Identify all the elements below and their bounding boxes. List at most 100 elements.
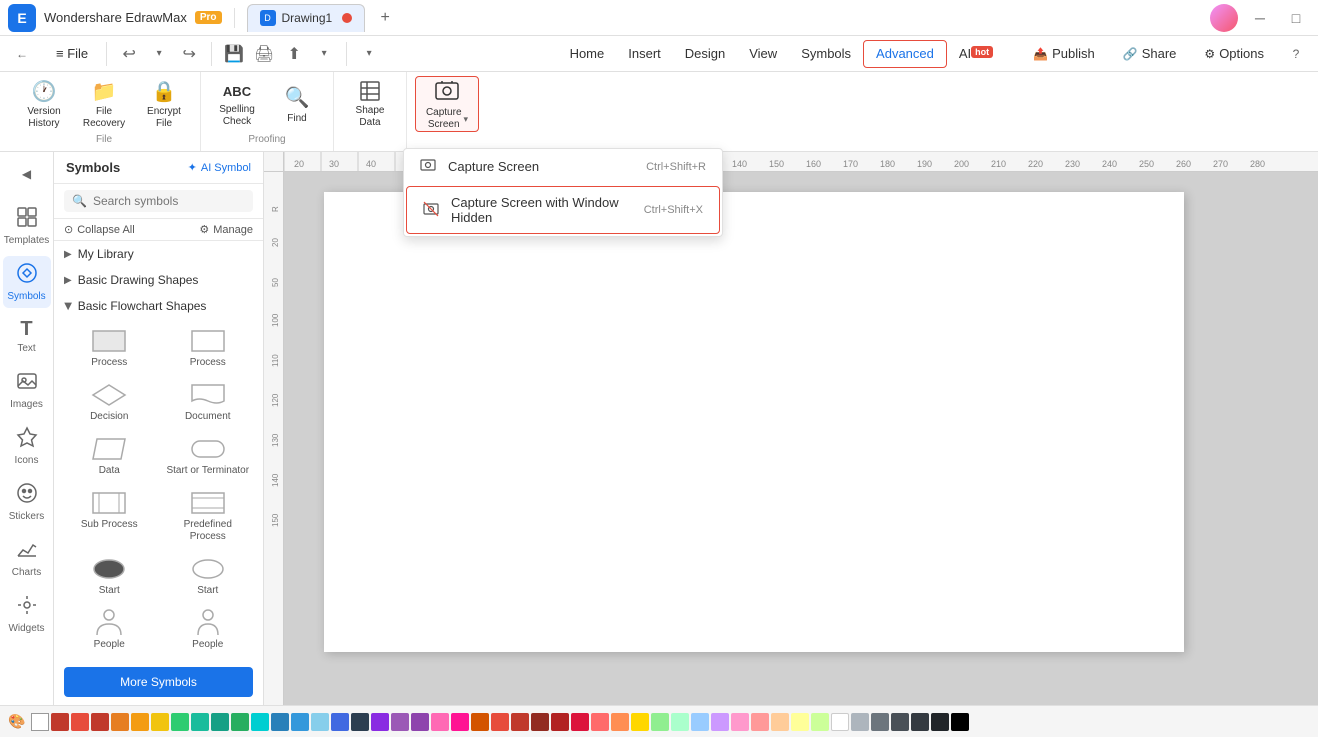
- color-swatch-36[interactable]: [751, 713, 769, 731]
- symbol-predefined[interactable]: Predefined Process: [161, 485, 256, 547]
- canvas-page[interactable]: [324, 192, 1184, 652]
- menu-design[interactable]: Design: [673, 40, 737, 68]
- symbol-people1[interactable]: People: [62, 605, 157, 655]
- manage-btn[interactable]: ⚙ Manage: [199, 223, 253, 236]
- color-swatch-black[interactable]: [951, 713, 969, 731]
- new-tab-btn[interactable]: +: [373, 6, 397, 30]
- symbol-process1[interactable]: Process: [62, 323, 157, 373]
- color-swatch-gray2[interactable]: [871, 713, 889, 731]
- version-history-btn[interactable]: 🕐 VersionHistory: [16, 76, 72, 132]
- collapse-all-btn[interactable]: ⊙ Collapse All: [64, 223, 135, 236]
- symbol-process2[interactable]: Process: [161, 323, 256, 373]
- color-swatch-32[interactable]: [671, 713, 689, 731]
- symbol-sub-process[interactable]: Sub Process: [62, 485, 157, 547]
- menu-advanced[interactable]: Advanced: [863, 40, 947, 68]
- symbol-people2[interactable]: People: [161, 605, 256, 655]
- menu-ai[interactable]: AI hot: [947, 40, 1005, 68]
- color-swatch-24[interactable]: [511, 713, 529, 731]
- color-swatch-5[interactable]: [131, 713, 149, 731]
- more-btn[interactable]: ▾: [355, 40, 383, 68]
- encrypt-file-btn[interactable]: 🔒 EncryptFile: [136, 76, 192, 132]
- sidebar-stickers-btn[interactable]: Stickers: [3, 476, 51, 528]
- color-swatch-7[interactable]: [171, 713, 189, 731]
- help-btn[interactable]: ?: [1282, 40, 1310, 68]
- tab-close-btn[interactable]: [342, 13, 352, 23]
- sidebar-symbols-btn[interactable]: Symbols: [3, 256, 51, 308]
- color-swatch-39[interactable]: [811, 713, 829, 731]
- undo-dropdown-btn[interactable]: ▾: [145, 40, 173, 68]
- color-picker-icon[interactable]: 🎨: [8, 713, 25, 730]
- redo-btn[interactable]: ↪: [175, 40, 203, 68]
- color-swatch-14[interactable]: [311, 713, 329, 731]
- color-swatch-12[interactable]: [271, 713, 289, 731]
- shape-data-btn[interactable]: ShapeData: [342, 76, 398, 132]
- export-btn[interactable]: ⬆: [280, 40, 308, 68]
- color-swatch-27[interactable]: [571, 713, 589, 731]
- color-swatch-30[interactable]: [631, 713, 649, 731]
- color-swatch-31[interactable]: [651, 713, 669, 731]
- spelling-check-btn[interactable]: ABC SpellingCheck: [209, 76, 265, 132]
- file-menu[interactable]: ≡ File: [46, 42, 98, 65]
- share-btn[interactable]: 🔗 Share: [1113, 42, 1187, 65]
- search-symbols-input[interactable]: [93, 194, 245, 208]
- no-fill-swatch[interactable]: [31, 713, 49, 731]
- color-swatch-11[interactable]: [251, 713, 269, 731]
- color-swatch-white[interactable]: [831, 713, 849, 731]
- sidebar-images-btn[interactable]: Images: [3, 364, 51, 416]
- color-swatch-29[interactable]: [611, 713, 629, 731]
- file-recovery-btn[interactable]: 📁 FileRecovery: [76, 76, 132, 132]
- canvas-content[interactable]: [284, 172, 1318, 705]
- color-swatch-3[interactable]: [91, 713, 109, 731]
- color-swatch-13[interactable]: [291, 713, 309, 731]
- color-swatch-37[interactable]: [771, 713, 789, 731]
- color-swatch-33[interactable]: [691, 713, 709, 731]
- options-btn[interactable]: ⚙ Options: [1194, 42, 1274, 65]
- capture-screen-hidden-item[interactable]: Capture Screen with Window Hidden Ctrl+S…: [406, 186, 720, 234]
- maximize-btn[interactable]: □: [1282, 4, 1310, 32]
- sidebar-charts-btn[interactable]: Charts: [3, 532, 51, 584]
- color-swatch-4[interactable]: [111, 713, 129, 731]
- capture-dropdown-arrow[interactable]: ▾: [464, 114, 469, 125]
- symbol-start1[interactable]: Start: [62, 551, 157, 601]
- capture-screen-btn[interactable]: CaptureScreen ▾: [415, 76, 479, 132]
- menu-symbols[interactable]: Symbols: [789, 40, 863, 68]
- color-swatch-8[interactable]: [191, 713, 209, 731]
- color-swatch-38[interactable]: [791, 713, 809, 731]
- symbol-decision[interactable]: Decision: [62, 377, 157, 427]
- color-swatch-gray4[interactable]: [911, 713, 929, 731]
- sidebar-icons-btn[interactable]: Icons: [3, 420, 51, 472]
- menu-view[interactable]: View: [737, 40, 789, 68]
- color-swatch-9[interactable]: [211, 713, 229, 731]
- sidebar-collapse-btn[interactable]: ◀: [13, 160, 41, 188]
- color-swatch-22[interactable]: [471, 713, 489, 731]
- color-swatch-19[interactable]: [411, 713, 429, 731]
- sidebar-templates-btn[interactable]: Templates: [3, 200, 51, 252]
- ai-symbol-btn[interactable]: ✦ AI Symbol: [188, 161, 251, 174]
- export-dropdown-btn[interactable]: ▾: [310, 40, 338, 68]
- color-swatch-26[interactable]: [551, 713, 569, 731]
- basic-flowchart-header[interactable]: ▶ Basic Flowchart Shapes: [54, 293, 263, 319]
- color-swatch-6[interactable]: [151, 713, 169, 731]
- save-btn[interactable]: 💾: [220, 40, 248, 68]
- color-swatch-1[interactable]: [51, 713, 69, 731]
- more-symbols-btn[interactable]: More Symbols: [64, 667, 253, 697]
- symbol-data[interactable]: Data: [62, 431, 157, 481]
- color-swatch-17[interactable]: [371, 713, 389, 731]
- publish-btn[interactable]: 📤 Publish: [1023, 42, 1105, 65]
- symbol-start-terminator[interactable]: Start or Terminator: [161, 431, 256, 481]
- color-swatch-2[interactable]: [71, 713, 89, 731]
- basic-drawing-header[interactable]: ▶ Basic Drawing Shapes: [54, 267, 263, 293]
- user-avatar[interactable]: [1210, 4, 1238, 32]
- undo-btn[interactable]: ↩: [115, 40, 143, 68]
- color-swatch-25[interactable]: [531, 713, 549, 731]
- color-swatch-16[interactable]: [351, 713, 369, 731]
- color-swatch-gray3[interactable]: [891, 713, 909, 731]
- color-swatch-23[interactable]: [491, 713, 509, 731]
- find-btn[interactable]: 🔍 Find: [269, 76, 325, 132]
- color-swatch-35[interactable]: [731, 713, 749, 731]
- sidebar-widgets-btn[interactable]: Widgets: [3, 588, 51, 640]
- back-btn[interactable]: ←: [8, 40, 36, 68]
- capture-screen-item[interactable]: Capture Screen Ctrl+Shift+R: [404, 149, 722, 184]
- menu-insert[interactable]: Insert: [616, 40, 673, 68]
- sidebar-text-btn[interactable]: T Text: [3, 312, 51, 360]
